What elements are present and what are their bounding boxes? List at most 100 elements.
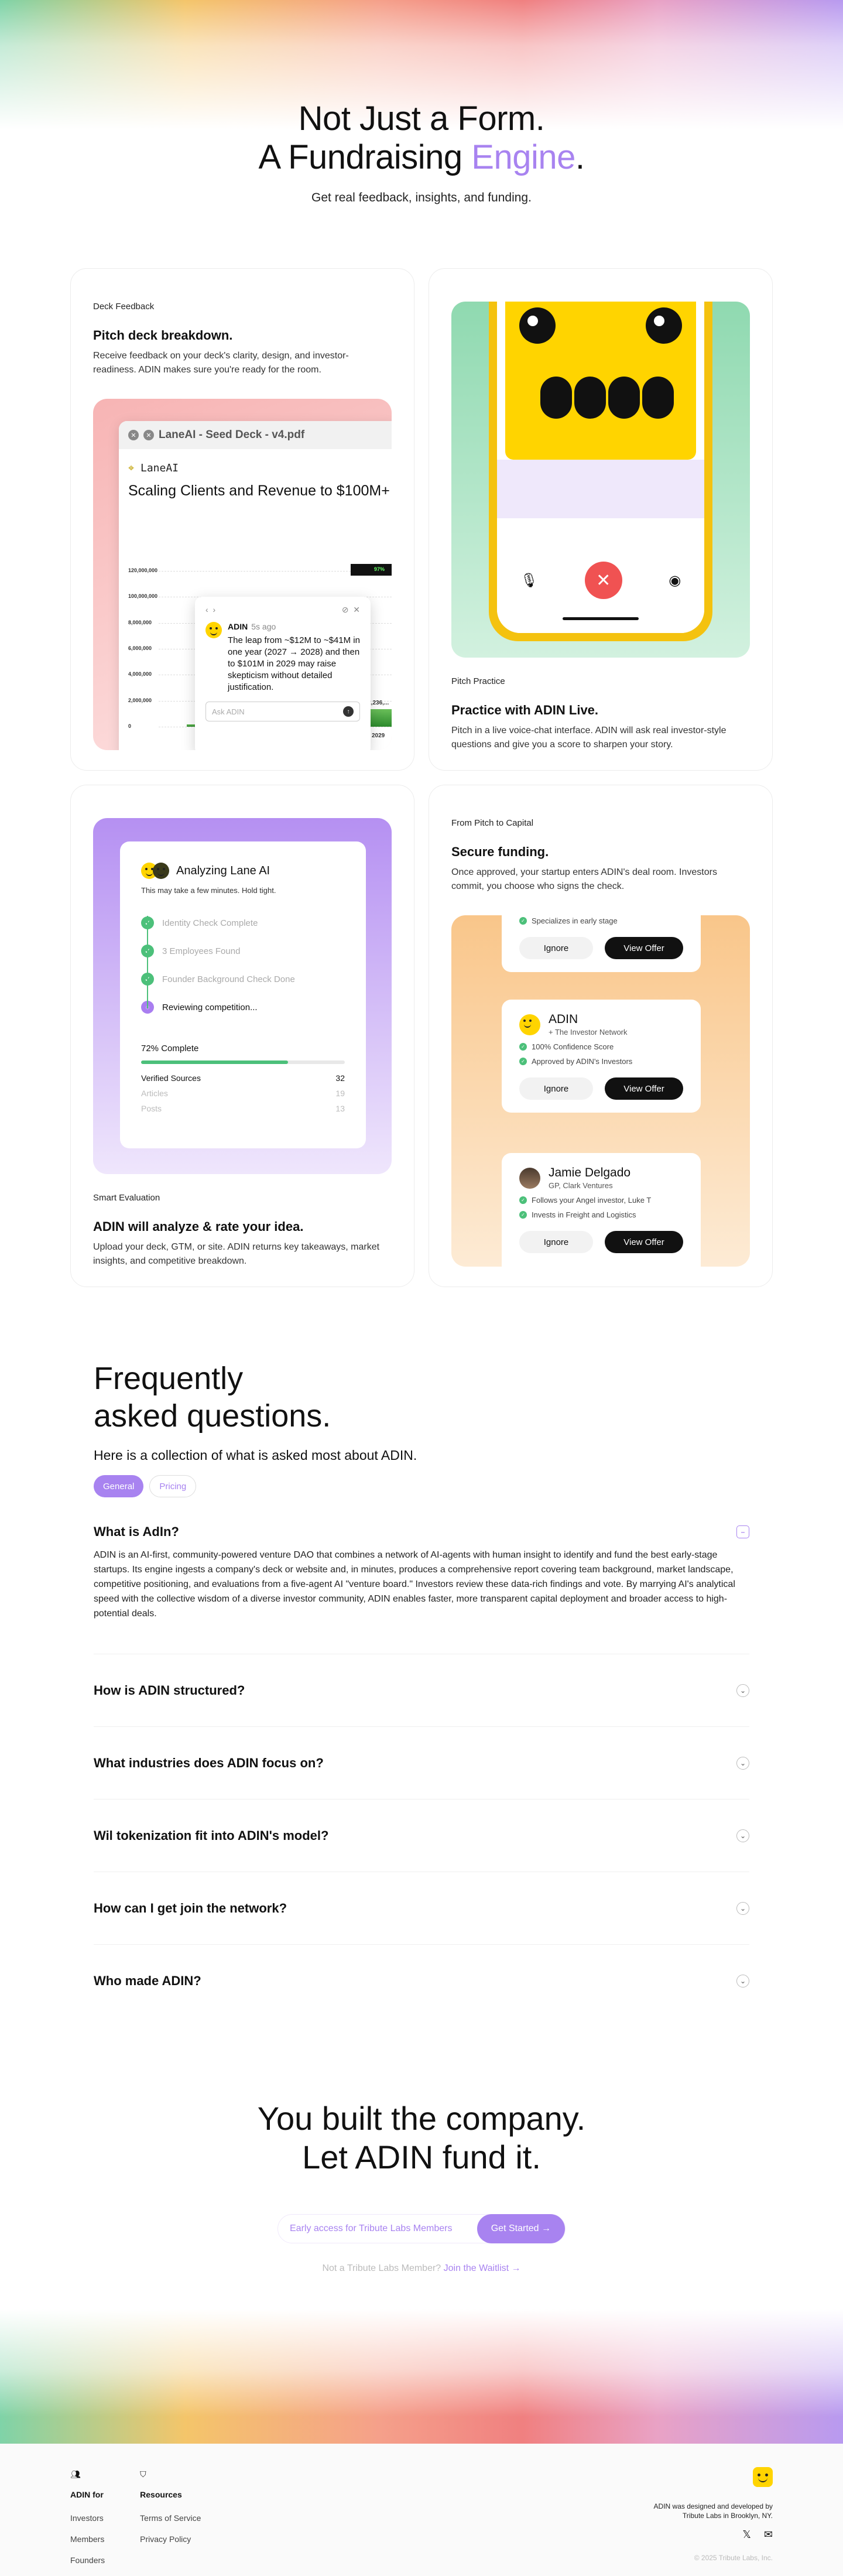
faq-subtitle: Here is a collection of what is asked mo… [94, 1448, 417, 1463]
footer-right: ADIN was designed and developed by Tribu… [644, 2467, 773, 2562]
smart-evaluation-card: Analyzing Lane AI This may take a few mi… [70, 785, 414, 1287]
slide-title: Scaling Clients and Revenue to $100M+ [128, 483, 390, 499]
x-icon[interactable]: 𝕏 [742, 2529, 751, 2541]
offer-name: Jamie Delgado [549, 1166, 631, 1179]
card-tag: Deck Feedback [93, 302, 155, 312]
offer-card: Jamie Delgado GP, Clark Ventures ✓ Follows… [502, 1153, 701, 1267]
eye-icon [519, 307, 556, 344]
hero: Not Just a Form. A Fundraising Engine. G… [0, 0, 843, 205]
source-row: Articles 19 [141, 1089, 345, 1098]
y-tick-label: 2,000,000 [128, 697, 152, 703]
chevron-down-icon[interactable]: ⌄ [736, 1756, 749, 1770]
faq-tabs: General Pricing [94, 1475, 749, 1497]
ignore-button[interactable]: Ignore [519, 1231, 593, 1253]
get-started-button[interactable]: Get Started → [477, 2214, 565, 2243]
faq-question: How is ADIN structured? [94, 1682, 245, 1698]
close-icon[interactable]: ✕ [128, 430, 139, 440]
faq-item[interactable]: What is AdIn? – ADIN is an AI-first, comm… [94, 1497, 749, 1654]
step: ✓Identity Check Complete [141, 909, 345, 937]
adin-face [505, 302, 696, 460]
hero-highlight: Engine [471, 138, 575, 176]
bottom-gradient [0, 2309, 843, 2444]
faq-item[interactable]: What industries does ADIN focus on? ⌄ [94, 1727, 749, 1800]
source-row: Posts 13 [141, 1104, 345, 1113]
chevron-down-icon[interactable]: ⌄ [736, 1684, 749, 1697]
footer-link-privacy[interactable]: Privacy Policy [140, 2534, 201, 2544]
card-title: Practice with ADIN Live. [451, 703, 599, 717]
social-links: 𝕏 ✉ [644, 2529, 773, 2541]
deck-mockup: ✕ ✕ LaneAI - Seed Deck - v4.pdf ⌖ LaneAI… [93, 399, 392, 750]
faq-question: Who made ADIN? [94, 1973, 201, 1988]
mute-mic-icon[interactable]: 🎙︎ [520, 572, 538, 589]
faq-question: What industries does ADIN focus on? [94, 1755, 324, 1770]
footer-link-members[interactable]: Members [70, 2534, 105, 2544]
tab-general[interactable]: General [94, 1475, 144, 1497]
card-desc: Pitch in a live voice-chat interface. AD… [451, 726, 727, 750]
chevron-down-icon[interactable]: ⌄ [736, 1975, 749, 1987]
resolve-icon[interactable]: ⊘ [342, 605, 349, 614]
progress-label: 72% Complete [141, 1044, 199, 1053]
offer-sub: + The Investor Network [549, 1028, 628, 1036]
secure-funding-card: From Pitch to Capital Secure funding. On… [429, 785, 773, 1287]
end-call-button[interactable]: ✕ [584, 562, 622, 599]
panel-subtitle: This may take a few minutes. Hold tight. [141, 886, 276, 895]
record-icon[interactable]: ◉ [669, 572, 681, 589]
step-active: ◌Reviewing competition... [141, 993, 345, 1021]
ask-adin-input[interactable]: Ask ADIN ↑ [205, 702, 360, 721]
eye-icon [646, 307, 682, 344]
faq-question: Wil tokenization fit into ADIN's model? [94, 1828, 329, 1843]
card-title: Pitch deck breakdown. [93, 328, 233, 343]
y-tick-label: 100,000,000 [128, 593, 158, 600]
footer-col-resources: ⛉ Resources Terms of Service Privacy Pol… [140, 2469, 201, 2544]
mail-icon[interactable]: ✉ [764, 2529, 773, 2541]
tab-pricing[interactable]: Pricing [149, 1475, 197, 1497]
faq-item[interactable]: How is ADIN structured? ⌄ [94, 1654, 749, 1727]
ignore-button[interactable]: Ignore [519, 1077, 593, 1100]
offer-name: ADIN [549, 1012, 578, 1026]
mouth-icon [540, 377, 674, 419]
send-icon[interactable]: ↑ [343, 706, 354, 717]
faq-item[interactable]: Who made ADIN? ⌄ [94, 1945, 749, 2017]
footer-link-founders[interactable]: Founders [70, 2556, 105, 2565]
hero-title: Not Just a Form. A Fundraising Engine. [258, 100, 585, 176]
card-desc: Receive feedback on your deck's clarity,… [93, 351, 349, 375]
lane-logo-icon: ⌖ [128, 462, 135, 474]
close-icon[interactable]: ✕ [353, 605, 360, 614]
chevron-down-icon[interactable]: ⌄ [736, 1901, 749, 1915]
call-controls: 🎙︎ ✕ ◉ [497, 545, 704, 633]
footer-note: ADIN was designed and developed by Tribu… [653, 2502, 773, 2520]
comment-text: The leap from ~$12M to ~$41M in one year… [228, 635, 360, 692]
view-offer-button[interactable]: View Offer [605, 1231, 683, 1253]
popup-header: ‹ › ⊘ ✕ [205, 605, 360, 615]
shield-icon: ⛉ [140, 2469, 146, 2479]
faq-item[interactable]: Wil tokenization fit into ADIN's model? ⌄ [94, 1800, 749, 1872]
x-tick-label: 2029 [372, 733, 385, 739]
offer-feature: ✓ Invests in Freight and Logistics [519, 1210, 683, 1219]
collapse-icon[interactable]: – [736, 1525, 749, 1538]
footer-link-investors[interactable]: Investors [70, 2513, 105, 2523]
pitch-practice-card: 🎙︎ ✕ ◉ Pitch Practice Practice with ADIN… [429, 268, 773, 771]
chevron-right-icon[interactable]: › [213, 605, 215, 614]
view-offer-button[interactable]: View Offer [605, 937, 683, 959]
voice-chat-mockup: 🎙︎ ✕ ◉ [451, 302, 750, 658]
faq-item[interactable]: How can I get join the network? ⌄ [94, 1872, 749, 1945]
offer-feature: ✓ Follows your Angel investor, Luke T [519, 1196, 683, 1205]
footer-link-terms[interactable]: Terms of Service [140, 2513, 201, 2523]
join-waitlist-link[interactable]: Join the Waitlist → [444, 2263, 521, 2273]
faq-question: How can I get join the network? [94, 1900, 287, 1915]
offer-card: ADIN + The Investor Network ✓ 100% Confide… [502, 1000, 701, 1113]
y-tick-label: 120,000,000 [128, 567, 158, 573]
y-tick-label: 0 [128, 723, 132, 729]
avatars [141, 863, 169, 879]
analysis-mockup: Analyzing Lane AI This may take a few mi… [93, 818, 392, 1174]
chevron-left-icon[interactable]: ‹ [205, 605, 208, 614]
home-indicator [563, 617, 639, 620]
view-offer-button[interactable]: View Offer [605, 1077, 683, 1100]
nav-arrows: ‹ › [205, 605, 215, 615]
chart-top-tag: 97% [351, 564, 392, 576]
offer-feature: ✓ Specializes in early stage [519, 916, 683, 925]
chevron-down-icon[interactable]: ⌄ [736, 1829, 749, 1842]
minimize-icon[interactable]: ✕ [143, 430, 154, 440]
faq-answer: ADIN is an AI-first, community-powered v… [94, 1550, 735, 1619]
ignore-button[interactable]: Ignore [519, 937, 593, 959]
